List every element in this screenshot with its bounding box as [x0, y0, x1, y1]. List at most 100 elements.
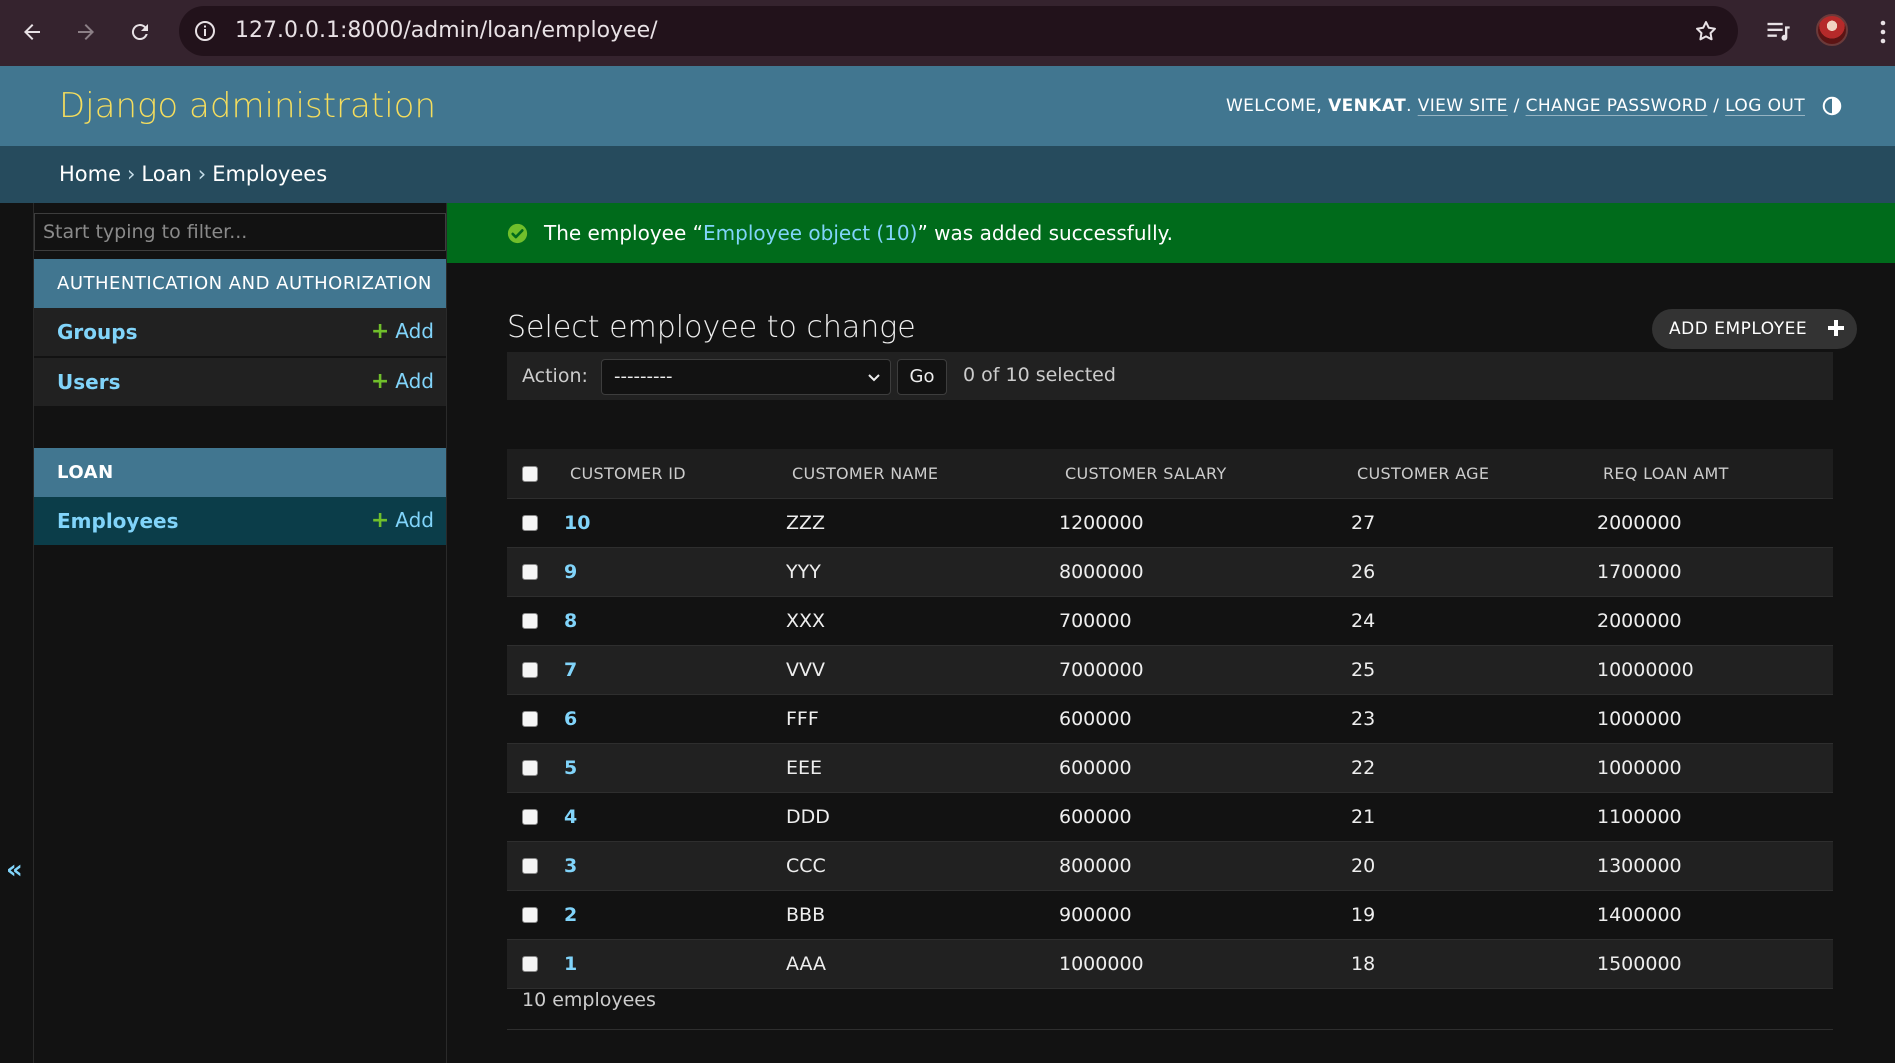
separator: / [1513, 96, 1520, 116]
separator: / [1713, 96, 1720, 116]
table-row: 8 XXX 700000 24 2000000 [507, 596, 1833, 646]
selection-counter: 0 of 10 selected [963, 364, 1116, 386]
customer-id-cell: 4 [564, 792, 786, 842]
customer-id-cell: 7 [564, 645, 786, 695]
customer-salary-cell: 600000 [1059, 743, 1351, 793]
site-name[interactable]: Django administration [59, 66, 436, 146]
plus-icon: + [370, 319, 390, 344]
customer-age-cell: 19 [1351, 890, 1597, 940]
customer-age-cell: 20 [1351, 841, 1597, 891]
more-menu-icon[interactable] [1878, 18, 1888, 46]
column-header-customer-name[interactable]: CUSTOMER NAME [786, 449, 1059, 499]
back-button[interactable] [12, 12, 52, 52]
forward-button[interactable] [66, 12, 106, 52]
customer-id-link[interactable]: 6 [564, 708, 577, 730]
customer-salary-cell: 900000 [1059, 890, 1351, 940]
customer-id-link[interactable]: 7 [564, 659, 577, 681]
sidebar-link-employees[interactable]: Employees [57, 497, 178, 546]
customer-id-link[interactable]: 5 [564, 757, 577, 779]
module-caption-loan[interactable]: LOAN [34, 448, 446, 497]
sidebar-link-users[interactable]: Users [57, 358, 120, 407]
arrow-left-icon [24, 24, 40, 40]
row-checkbox[interactable] [522, 907, 538, 923]
sidebar-link-groups[interactable]: Groups [57, 308, 137, 357]
action-bar: Action: --------- Go 0 of 10 selected [507, 352, 1833, 400]
customer-id-cell: 10 [564, 498, 786, 548]
employee-object-link[interactable]: Employee object (10) [703, 221, 917, 245]
add-label: Add [395, 508, 434, 532]
customer-age-cell: 27 [1351, 498, 1597, 548]
column-header-req-loan-amt[interactable]: REQ LOAN AMT [1597, 449, 1833, 499]
bookmark-star-icon[interactable] [1694, 19, 1718, 43]
column-header-customer-salary[interactable]: CUSTOMER SALARY [1059, 449, 1351, 499]
log-out-link[interactable]: LOG OUT [1725, 66, 1805, 146]
go-button[interactable]: Go [897, 359, 947, 395]
customer-id-link[interactable]: 3 [564, 855, 577, 877]
success-prefix: The employee “ [544, 221, 703, 245]
username: VENKAT [1328, 96, 1407, 116]
table-row: 9 YYY 8000000 26 1700000 [507, 547, 1833, 597]
breadcrumb-separator: › [197, 162, 207, 186]
req-loan-amt-cell: 2000000 [1597, 498, 1833, 548]
sidebar-toggle-strip[interactable]: « [0, 203, 34, 1063]
result-list-table: CUSTOMER ID CUSTOMER NAME CUSTOMER SALAR… [507, 449, 1833, 989]
breadcrumb-home[interactable]: Home [59, 162, 121, 186]
customer-id-link[interactable]: 8 [564, 610, 577, 632]
row-checkbox[interactable] [522, 515, 538, 531]
add-group-link[interactable]: + Add [371, 308, 434, 355]
select-all-checkbox[interactable] [522, 466, 538, 483]
profile-avatar[interactable] [1816, 14, 1848, 46]
customer-id-link[interactable]: 2 [564, 904, 577, 926]
customer-id-cell: 2 [564, 890, 786, 940]
column-header-customer-id[interactable]: CUSTOMER ID [564, 449, 786, 499]
breadcrumb-separator: › [127, 162, 136, 186]
reload-button[interactable] [120, 12, 160, 52]
column-header-customer-age[interactable]: CUSTOMER AGE [1351, 449, 1597, 499]
module-caption-auth[interactable]: AUTHENTICATION AND AUTHORIZATION [34, 259, 446, 308]
row-checkbox[interactable] [522, 809, 538, 825]
media-controls-icon[interactable] [1764, 17, 1792, 45]
view-site-link[interactable]: VIEW SITE [1418, 66, 1508, 146]
row-checkbox[interactable] [522, 711, 538, 727]
row-select-cell [507, 547, 564, 597]
action-selected-value: --------- [614, 366, 673, 387]
add-user-link[interactable]: + Add [371, 358, 434, 405]
page-title: Select employee to change [507, 310, 916, 345]
row-checkbox[interactable] [522, 564, 538, 580]
add-employee-button[interactable]: ADD EMPLOYEE [1652, 309, 1858, 349]
collapse-sidebar-icon[interactable]: « [6, 855, 23, 885]
customer-salary-cell: 7000000 [1059, 645, 1351, 695]
theme-toggle-icon[interactable] [1821, 95, 1843, 117]
user-tools: WELCOME, VENKAT. VIEW SITE / CHANGE PASS… [1226, 66, 1843, 146]
action-select[interactable]: --------- [601, 359, 891, 395]
breadcrumb-loan[interactable]: Loan [141, 162, 191, 186]
table-row: 6 FFF 600000 23 1000000 [507, 694, 1833, 744]
url-text[interactable]: 127.0.0.1:8000/admin/loan/employee/ [235, 6, 658, 56]
customer-name-cell: EEE [786, 743, 1059, 793]
customer-id-link[interactable]: 4 [564, 806, 577, 828]
row-select-cell [507, 841, 564, 891]
address-bar[interactable]: 127.0.0.1:8000/admin/loan/employee/ [179, 6, 1738, 56]
site-info-icon[interactable] [193, 19, 217, 43]
customer-id-cell: 6 [564, 694, 786, 744]
plus-icon: + [370, 369, 390, 394]
sidebar-filter-input[interactable] [34, 213, 446, 251]
add-employee-link[interactable]: + Add [371, 497, 434, 544]
req-loan-amt-cell: 2000000 [1597, 596, 1833, 646]
row-select-cell [507, 890, 564, 940]
customer-id-link[interactable]: 10 [564, 512, 590, 534]
row-checkbox[interactable] [522, 858, 538, 874]
arrow-right-icon [78, 24, 94, 40]
customer-id-link[interactable]: 9 [564, 561, 577, 583]
row-checkbox[interactable] [522, 760, 538, 776]
table-row: 5 EEE 600000 22 1000000 [507, 743, 1833, 793]
customer-salary-cell: 600000 [1059, 792, 1351, 842]
customer-name-cell: YYY [786, 547, 1059, 597]
row-checkbox[interactable] [522, 662, 538, 678]
row-checkbox[interactable] [522, 613, 538, 629]
change-password-link[interactable]: CHANGE PASSWORD [1526, 66, 1708, 146]
row-select-cell [507, 498, 564, 548]
customer-name-cell: FFF [786, 694, 1059, 744]
table-row: 4 DDD 600000 21 1100000 [507, 792, 1833, 842]
sidebar-item-employees: Employees + Add [34, 497, 446, 546]
